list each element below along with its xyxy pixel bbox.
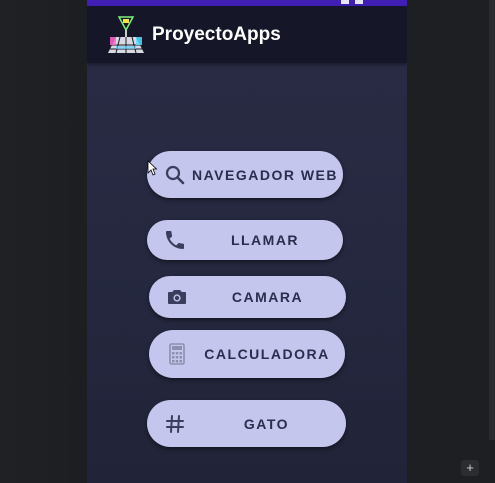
- app-logo-icon: [106, 15, 146, 55]
- call-button[interactable]: LLAMAR: [147, 220, 343, 260]
- browser-button[interactable]: NAVEGADOR WEB: [147, 151, 343, 198]
- browser-button-label: NAVEGADOR WEB: [191, 166, 339, 183]
- hash-icon: [163, 412, 187, 436]
- calculator-button-label: CALCULADORA: [204, 346, 330, 362]
- gato-button-label: GATO: [243, 415, 290, 432]
- phone-screen: ProyectoApps NAVEGADOR WEB LLAMAR CAMARA…: [87, 0, 407, 483]
- call-button-label: LLAMAR: [230, 232, 300, 248]
- signal-icon: [355, 0, 363, 4]
- camera-button[interactable]: CAMARA: [149, 276, 346, 318]
- gato-button[interactable]: GATO: [147, 400, 346, 447]
- app-title: ProyectoApps: [152, 23, 281, 45]
- add-button[interactable]: +: [461, 460, 479, 476]
- camera-icon: [165, 285, 189, 309]
- phone-icon: [163, 228, 187, 252]
- ide-scrollbar[interactable]: [489, 0, 495, 440]
- app-bar: ProyectoApps: [87, 6, 407, 63]
- ide-right-panel: [407, 0, 495, 483]
- search-icon: [163, 163, 187, 187]
- calculator-button[interactable]: CALCULADORA: [149, 330, 345, 378]
- camera-button-label: CAMARA: [231, 289, 304, 305]
- ide-left-panel: [0, 0, 87, 483]
- battery-icon: [341, 0, 349, 4]
- calculator-icon: [165, 342, 189, 366]
